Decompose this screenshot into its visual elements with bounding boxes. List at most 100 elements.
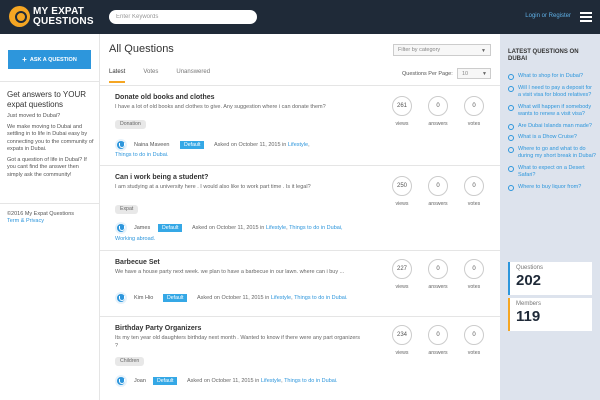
question-excerpt: I have a lot of old books and clothes to…: [115, 104, 326, 110]
question-title[interactable]: Can i work being a student?: [115, 174, 208, 181]
category-link[interactable]: Things to do in Dubai.: [294, 295, 348, 301]
category-filter-select[interactable]: Filter by category ▼: [393, 44, 491, 56]
question-excerpt: Its my ten year old daughters birthday n…: [115, 335, 360, 349]
promo-title: Get answers to YOUR expat questions: [7, 90, 86, 109]
per-page-label: Questions Per Page:: [402, 71, 453, 77]
latest-question-link[interactable]: Are Dubai Islands man made?: [508, 123, 596, 130]
role-badge: Default: [180, 141, 205, 149]
latest-questions-heading: LATEST QUESTIONS ON DUBAI: [508, 49, 579, 62]
latest-question-link[interactable]: What will happen if somebody wants to re…: [508, 104, 596, 119]
plus-icon: +: [22, 55, 27, 64]
avatar[interactable]: [115, 292, 127, 304]
avatar[interactable]: [115, 139, 127, 151]
ask-question-button[interactable]: + ASK A QUESTION: [8, 50, 91, 69]
tab-votes[interactable]: Votes: [143, 69, 158, 83]
category-link[interactable]: Things to do in Dubai.: [115, 152, 169, 158]
divider: [0, 81, 100, 82]
question-meta: Asked on October 11, 2015 in Lifestyle,: [214, 142, 310, 148]
promo-block: Get answers to YOUR expat questions Just…: [7, 90, 95, 182]
category-link[interactable]: Things to do in Dubai.: [284, 378, 338, 384]
question-title[interactable]: Barbecue Set: [115, 259, 160, 266]
votes-stat: 0 votes: [463, 259, 485, 290]
role-badge: Default: [153, 377, 178, 385]
author-name[interactable]: Kim Hio: [134, 295, 153, 301]
question-meta: Asked on October 11, 2015 in Lifestyle, …: [187, 378, 338, 384]
site-logo[interactable]: MY EXPAT QUESTIONS: [9, 6, 94, 27]
views-stat: 227 views: [391, 259, 413, 290]
copyright: ©2016 My Expat Questions: [7, 211, 75, 217]
tab-latest[interactable]: Latest: [109, 69, 126, 83]
latest-question-link[interactable]: Where to buy liquor from?: [508, 184, 596, 192]
question-excerpt: We have a house party next week. we plan…: [115, 269, 345, 275]
left-sidebar: + ASK A QUESTION Get answers to YOUR expa…: [0, 34, 100, 400]
main-content: All Questions Filter by category ▼ Lates…: [100, 34, 500, 400]
answers-stat: 0 answers: [427, 325, 449, 356]
avatar[interactable]: [115, 375, 127, 387]
logo-icon: [9, 6, 30, 27]
top-header: MY EXPAT QUESTIONS Login or Register: [0, 0, 600, 34]
hamburger-menu-icon[interactable]: [580, 12, 592, 22]
category-link[interactable]: Lifestyle: [271, 295, 291, 301]
question-title[interactable]: Donate old books and clothes: [115, 94, 215, 101]
answers-stat: 0 answers: [427, 259, 449, 290]
question-tag[interactable]: Expat: [115, 205, 139, 214]
logo-line2: QUESTIONS: [33, 15, 94, 27]
latest-question-link[interactable]: Where to go and what to do during my sho…: [508, 146, 596, 161]
avatar[interactable]: [115, 222, 127, 234]
question-categories: Things to do in Dubai.: [115, 151, 169, 159]
question-meta: Asked on October 11, 2015 in Lifestyle, …: [197, 295, 348, 301]
answers-stat: 0 answers: [427, 96, 449, 127]
latest-question-link[interactable]: What to expect on a Desert Safari?: [508, 165, 596, 180]
votes-stat: 0 votes: [463, 176, 485, 207]
promo-text: Just moved to Dubai?: [7, 113, 61, 119]
divider: [0, 203, 100, 204]
author-name[interactable]: Naina Maveen: [134, 142, 169, 148]
views-stat: 250 views: [391, 176, 413, 207]
question-item: Birthday Party Organizers Its my ten yea…: [100, 317, 500, 400]
members-count-value: 119: [516, 308, 541, 325]
votes-stat: 0 votes: [463, 96, 485, 127]
right-sidebar: LATEST QUESTIONS ON DUBAI What to shop f…: [500, 34, 600, 400]
author-name[interactable]: Joan: [134, 378, 146, 384]
promo-text: We make moving to Dubai and settling in …: [7, 123, 94, 153]
views-stat: 261 views: [391, 96, 413, 127]
category-link[interactable]: Working abroad.: [115, 236, 155, 242]
category-link[interactable]: Things to do in Dubai,: [289, 225, 343, 231]
question-excerpt: I am studying at a university here . I w…: [115, 184, 311, 190]
questions-count-value: 202: [516, 272, 542, 289]
latest-question-link[interactable]: Will I need to pay a deposit for a visit…: [508, 85, 596, 100]
question-item: Can i work being a student? I am studyin…: [100, 166, 500, 251]
category-link[interactable]: Lifestyle: [266, 225, 286, 231]
question-item: Barbecue Set We have a house party next …: [100, 251, 500, 317]
members-count-box: Members 119: [508, 298, 592, 331]
question-categories: Working abroad.: [115, 235, 155, 243]
footer: ©2016 My Expat Questions Term & Privacy: [7, 211, 74, 225]
login-register-link[interactable]: Login or Register: [525, 13, 571, 19]
terms-link[interactable]: Term & Privacy: [7, 218, 44, 224]
votes-stat: 0 votes: [463, 325, 485, 356]
members-count-label: Members: [516, 301, 542, 307]
per-page-select[interactable]: 10 ▼: [457, 68, 491, 79]
answers-stat: 0 answers: [427, 176, 449, 207]
question-tabs: Latest Votes Unanswered: [109, 69, 228, 83]
views-stat: 234 views: [391, 325, 413, 356]
question-tag[interactable]: Children: [115, 357, 145, 366]
role-badge: Default: [158, 224, 183, 232]
role-badge: Default: [163, 294, 188, 302]
author-name[interactable]: James: [134, 225, 150, 231]
latest-question-link[interactable]: What to shop for in Dubai?: [508, 73, 596, 81]
page-title: All Questions: [109, 43, 174, 55]
questions-count-label: Questions: [516, 265, 544, 271]
latest-question-link[interactable]: What is a Dhow Cruise?: [508, 134, 596, 142]
chevron-down-icon: ▼: [482, 71, 487, 77]
search-input[interactable]: [109, 10, 257, 24]
promo-text: Got a question of life in Dubai? If you …: [7, 156, 87, 178]
category-link[interactable]: Lifestyle: [261, 378, 281, 384]
question-title[interactable]: Birthday Party Organizers: [115, 325, 201, 332]
question-tag[interactable]: Donation: [115, 120, 146, 129]
logo-line1: MY EXPAT: [33, 5, 85, 17]
category-link[interactable]: Lifestyle: [288, 142, 308, 148]
chevron-down-icon: ▼: [481, 48, 486, 54]
tab-unanswered[interactable]: Unanswered: [176, 69, 210, 83]
latest-questions-list: What to shop for in Dubai? Will I need t…: [508, 73, 596, 196]
